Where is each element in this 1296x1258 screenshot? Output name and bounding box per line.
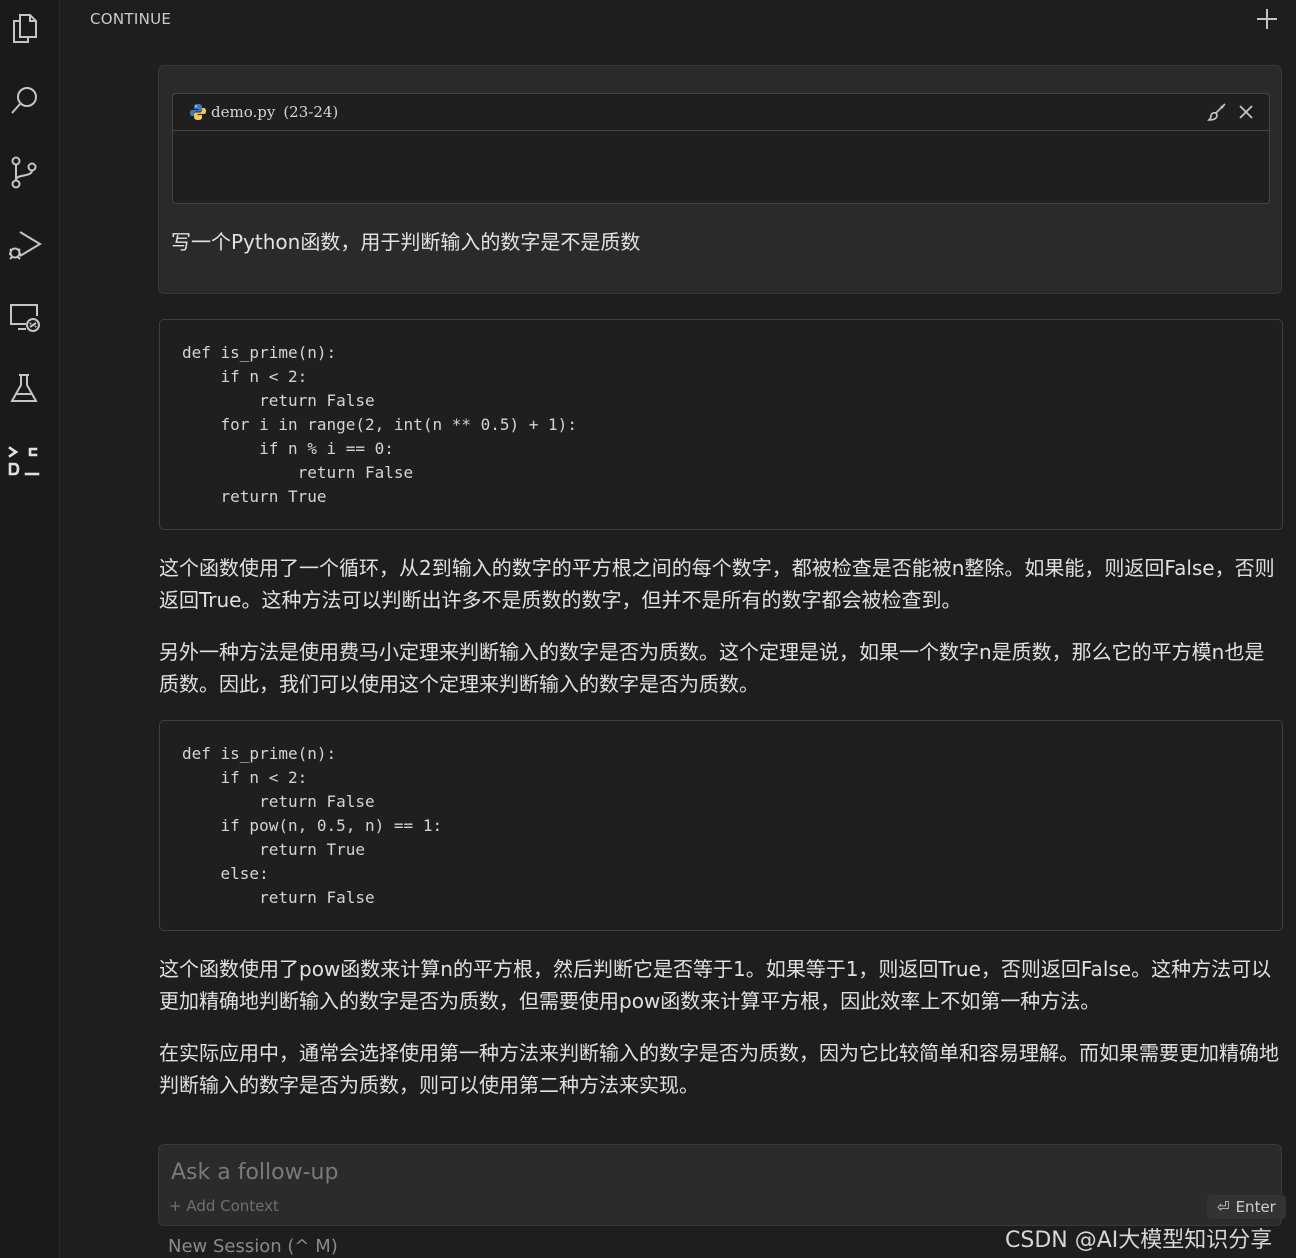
panel-title: CONTINUE	[90, 10, 172, 28]
python-file-icon	[190, 104, 206, 120]
code-context-card[interactable]: demo.py (23-24)	[172, 93, 1270, 204]
user-message-text: 写一个Python函数，用于判断输入的数字是不是质数	[171, 230, 641, 254]
code-line: else:	[182, 864, 269, 883]
code-block-2: def is_prime(n): if n < 2: return False …	[159, 720, 1283, 931]
follow-up-input-box: + Add Context ⏎ Enter	[158, 1144, 1286, 1226]
code-line: if pow(n, 0.5, n) == 1:	[182, 816, 443, 835]
code-line: if n % i == 0:	[182, 439, 394, 458]
code-line: return False	[182, 391, 375, 410]
code-line: if n < 2:	[182, 768, 308, 787]
enter-icon: ⏎	[1217, 1198, 1230, 1216]
code-line: return False	[182, 792, 375, 811]
remote-explorer-icon[interactable]	[6, 296, 42, 336]
watermark-text: CSDN @AI大模型知识分享	[1005, 1228, 1273, 1253]
run-debug-icon[interactable]	[6, 224, 42, 264]
response-paragraph-2: 另外一种方法是使用费马小定理来判断输入的数字是否为质数。这个定理是说，如果一个数…	[159, 640, 1265, 696]
close-icon[interactable]	[1236, 102, 1256, 122]
new-chat-plus-icon[interactable]	[1254, 6, 1280, 32]
user-message-panel: demo.py (23-24) 写一个Python函数，用于判断输入的数字是不是…	[158, 65, 1282, 294]
response-paragraph-3: 这个函数使用了pow函数来计算n的平方根，然后判断它是否等于1。如果等于1，则返…	[159, 957, 1272, 1013]
context-file-name: demo.py	[211, 103, 276, 121]
source-control-icon[interactable]	[6, 152, 42, 192]
response-paragraph-1: 这个函数使用了一个循环，从2到输入的数字的平方根之间的每个数字，都被检查是否能被…	[159, 556, 1275, 612]
explorer-icon[interactable]	[6, 8, 42, 48]
edit-brush-icon[interactable]	[1207, 102, 1227, 122]
activity-bar	[0, 0, 60, 1258]
search-icon[interactable]	[6, 80, 42, 120]
code-line: def is_prime(n):	[182, 744, 337, 763]
code-line: def is_prime(n):	[182, 343, 337, 362]
code-line: if n < 2:	[182, 367, 308, 386]
follow-up-input[interactable]	[171, 1155, 1171, 1189]
code-block-1: def is_prime(n): if n < 2: return False …	[159, 319, 1283, 530]
response-paragraph-4: 在实际应用中，通常会选择使用第一种方法来判断输入的数字是否为质数，因为它比较简单…	[159, 1041, 1279, 1097]
code-line: return False	[182, 888, 375, 907]
code-line: return True	[182, 840, 366, 859]
code-context-header: demo.py (23-24)	[173, 94, 1269, 131]
context-line-range: (23-24)	[283, 103, 339, 121]
testing-flask-icon[interactable]	[6, 368, 42, 408]
code-line: for i in range(2, int(n ** 0.5) + 1):	[182, 415, 577, 434]
enter-label: Enter	[1235, 1198, 1276, 1216]
enter-button[interactable]: ⏎ Enter	[1207, 1195, 1286, 1219]
continue-extension-icon[interactable]	[6, 440, 42, 480]
new-session-button[interactable]: New Session (^ M)	[168, 1236, 338, 1257]
code-line: return False	[182, 463, 414, 482]
code-line: return True	[182, 487, 327, 506]
add-context-button[interactable]: + Add Context	[169, 1197, 279, 1215]
